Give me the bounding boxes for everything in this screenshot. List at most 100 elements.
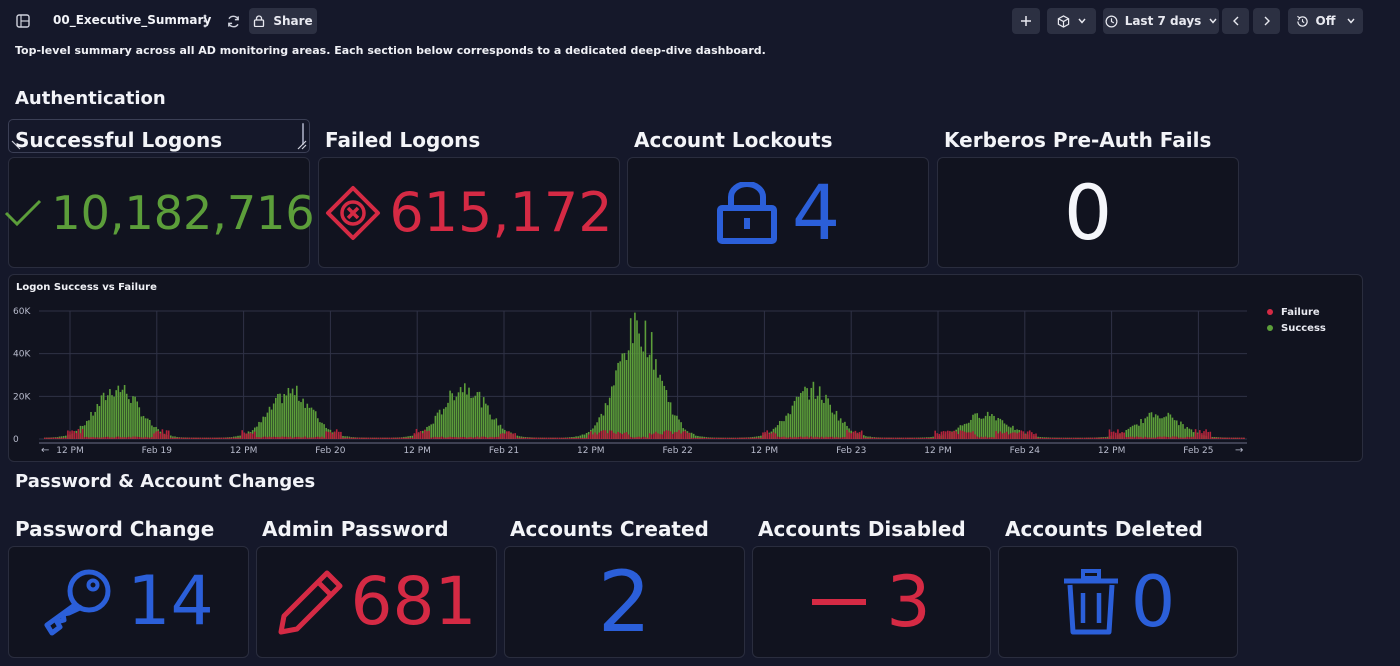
failure-bar — [1230, 437, 1233, 439]
failure-bar — [514, 433, 516, 439]
success-bar — [644, 320, 647, 439]
tile-accounts-disabled[interactable]: 3 — [752, 546, 991, 658]
failure-bar — [1108, 429, 1111, 439]
tile-label-successful-logons[interactable]: Successful Logons — [15, 128, 222, 152]
failure-bar — [144, 436, 147, 439]
failure-bar — [319, 437, 321, 439]
auto-refresh-label: Off — [1315, 14, 1336, 28]
failure-bar — [963, 431, 966, 439]
legend-item-success[interactable]: Success — [1267, 320, 1326, 336]
failure-bar — [506, 431, 508, 439]
more-options-icon[interactable] — [196, 12, 214, 30]
failure-bar — [380, 437, 382, 439]
auto-refresh-button[interactable]: Off — [1288, 8, 1363, 34]
legend-item-failure[interactable]: Failure — [1267, 304, 1326, 320]
share-button[interactable]: Share — [249, 8, 317, 34]
failure-bar — [875, 437, 878, 439]
refresh-icon[interactable] — [224, 12, 242, 30]
tile-accounts-created[interactable]: 2 — [504, 546, 745, 658]
success-bar — [436, 412, 439, 439]
success-bar — [1150, 412, 1153, 439]
failure-bar — [445, 437, 447, 439]
success-bar — [312, 409, 315, 439]
failure-bar — [310, 437, 313, 439]
success-bar — [978, 417, 981, 439]
tile-admin-password[interactable]: 681 — [256, 546, 497, 658]
tile-label-admin-password[interactable]: Admin Password — [262, 517, 449, 541]
success-bar — [986, 411, 989, 439]
failure-bar — [163, 433, 166, 439]
failure-bar — [209, 437, 212, 439]
failure-bar — [468, 437, 470, 439]
legend-label-failure: Failure — [1281, 306, 1320, 318]
failure-bar — [760, 437, 762, 439]
success-bar — [323, 424, 325, 439]
success-bar — [1169, 414, 1172, 439]
failure-bar — [417, 432, 420, 439]
success-bar — [638, 333, 640, 439]
section-heading-password-changes: Password & Account Changes — [15, 471, 316, 492]
failure-bar — [896, 437, 899, 439]
tile-kerberos-preauth-fails[interactable]: 0 — [937, 157, 1239, 268]
resize-handle-icon[interactable] — [297, 140, 307, 150]
previous-range-button[interactable] — [1222, 8, 1249, 34]
logon-chart[interactable]: 0 20K 40K 60K 12 PM Feb 19 12 PM Feb 20 12 PM Feb… — [9, 275, 1249, 455]
success-bar — [833, 414, 836, 439]
failure-bar — [560, 437, 563, 439]
failure-bar — [178, 437, 180, 439]
failure-bar — [92, 437, 94, 439]
failure-bar — [1054, 437, 1056, 439]
failure-bar — [325, 431, 327, 439]
tile-accounts-deleted[interactable]: 0 — [998, 546, 1238, 658]
failure-bar — [327, 431, 330, 439]
failure-bar — [260, 437, 262, 439]
success-bar — [281, 403, 283, 439]
tile-label-account-lockouts[interactable]: Account Lockouts — [634, 128, 832, 152]
success-bar — [493, 419, 495, 439]
failure-bar — [1018, 432, 1020, 439]
success-bar — [812, 381, 815, 439]
success-bar — [121, 389, 124, 439]
dashboard-title[interactable]: 00_Executive_Summary — [53, 13, 211, 27]
success-bar — [310, 407, 313, 439]
next-range-button[interactable] — [1253, 8, 1280, 34]
logon-chart-panel[interactable]: Logon Success vs Failure 0 20K 40K 60K 12 PM… — [8, 274, 1363, 462]
tile-account-lockouts[interactable]: 4 — [627, 157, 929, 268]
tile-successful-logons[interactable]: 10,182,716 — [5, 157, 315, 268]
tile-label-password-change[interactable]: Password Change — [15, 517, 214, 541]
failure-bar — [961, 430, 964, 439]
failure-bar — [1016, 433, 1018, 439]
failure-bar — [243, 432, 246, 439]
tile-label-accounts-created[interactable]: Accounts Created — [510, 517, 709, 541]
success-bar — [980, 418, 983, 439]
failure-bar — [518, 437, 521, 439]
failure-bar — [1196, 433, 1199, 439]
failure-bar — [447, 437, 449, 439]
failure-bar — [485, 436, 487, 439]
failure-bar — [726, 437, 729, 439]
failure-bar — [100, 437, 103, 439]
failure-bar — [1062, 437, 1065, 439]
dashboard-menu-icon[interactable] — [14, 12, 32, 30]
tile-label-kerberos-preauth-fails[interactable]: Kerberos Pre-Auth Fails — [944, 128, 1211, 152]
failure-bar — [999, 431, 1002, 439]
tile-label-accounts-deleted[interactable]: Accounts Deleted — [1005, 517, 1203, 541]
tile-label-accounts-disabled[interactable]: Accounts Disabled — [758, 517, 966, 541]
failure-bar — [88, 437, 90, 439]
failure-bar — [888, 437, 890, 439]
tile-password-change[interactable]: 14 — [8, 546, 249, 658]
segment-selector-button[interactable] — [1047, 8, 1096, 34]
success-bar — [136, 401, 138, 439]
tile-label-failed-logons[interactable]: Failed Logons — [325, 128, 480, 152]
tile-failed-logons[interactable]: 615,172 — [318, 157, 620, 268]
success-bar — [1133, 424, 1136, 439]
failure-bar — [176, 437, 178, 439]
failure-bar — [543, 437, 546, 439]
time-range-button[interactable]: Last 7 days — [1103, 8, 1219, 34]
accounts-deleted-value: 0 — [1130, 561, 1176, 643]
failure-bar — [692, 437, 695, 439]
failure-bar — [293, 437, 296, 439]
add-button[interactable] — [1012, 8, 1040, 34]
failure-bar — [46, 437, 48, 439]
failure-bar — [1203, 431, 1205, 439]
